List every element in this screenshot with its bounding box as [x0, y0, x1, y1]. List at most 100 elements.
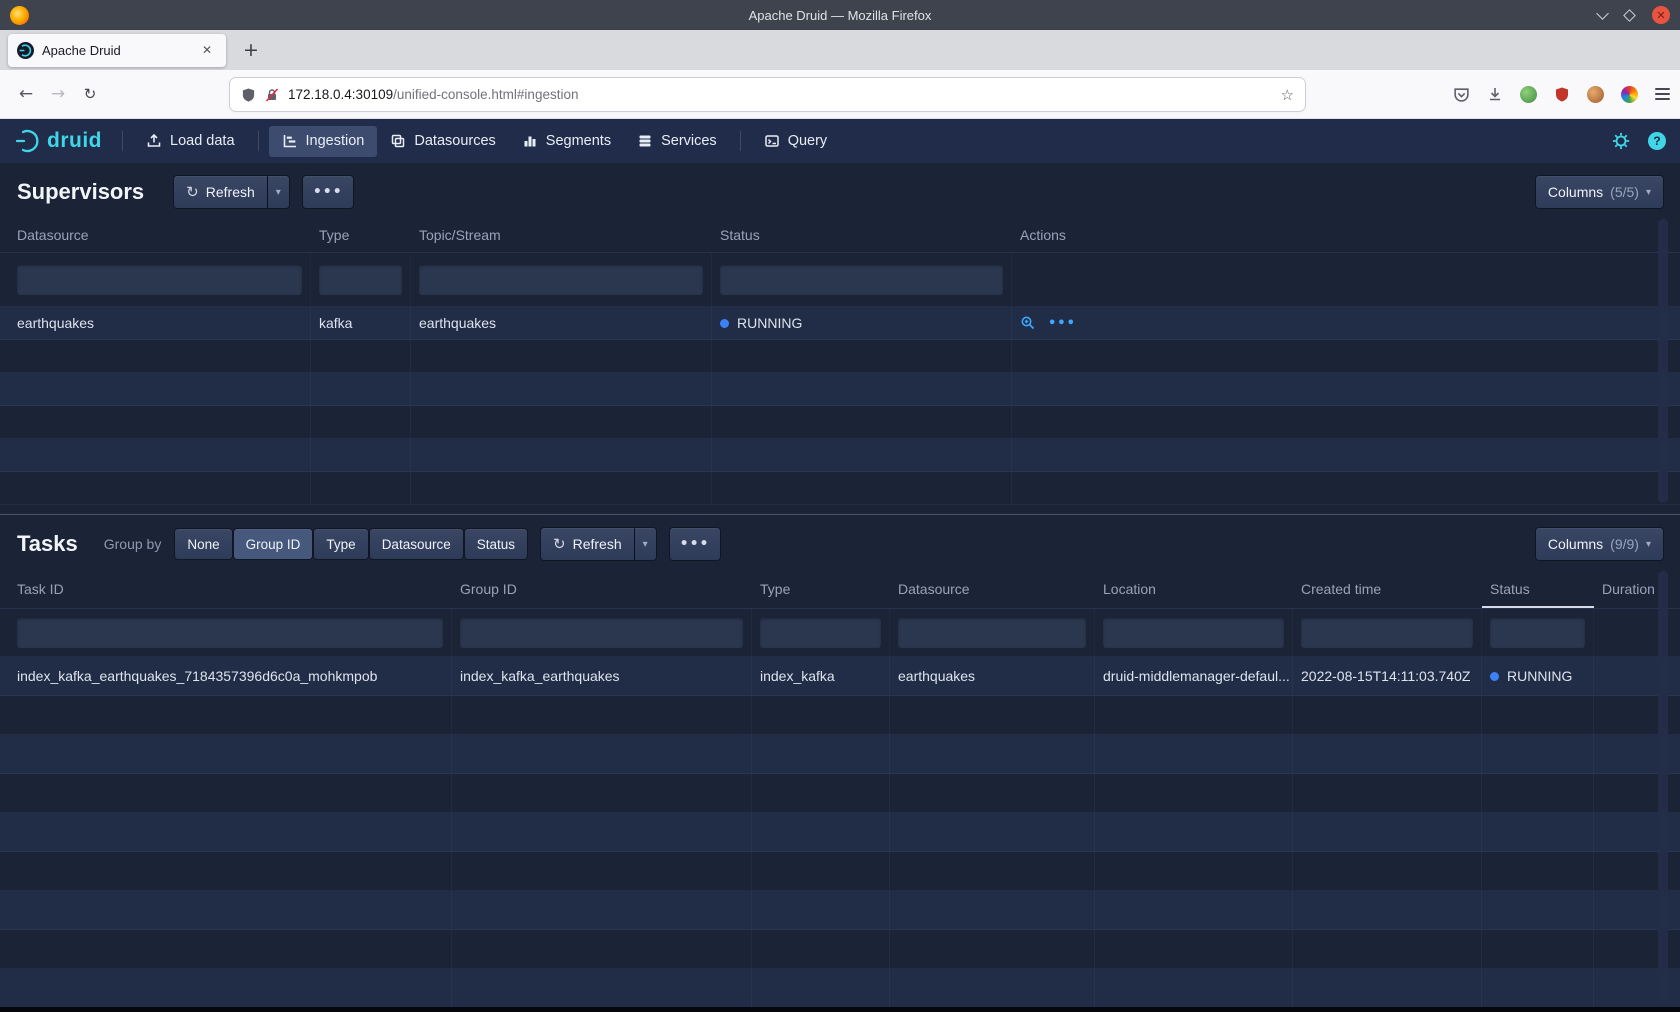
help-icon[interactable]: ? [1648, 132, 1666, 150]
chevron-down-icon: ▾ [1646, 187, 1651, 198]
window-close-button[interactable]: ✕ [1652, 6, 1670, 24]
tasks-filter-location[interactable] [1103, 618, 1284, 648]
tasks-filter-task-id[interactable] [17, 618, 443, 648]
empty-row [0, 696, 1680, 735]
browser-tab[interactable]: Apache Druid ✕ [8, 34, 226, 67]
supervisors-scrollbar[interactable] [1658, 219, 1668, 503]
supervisors-body: earthquakes kafka earthquakes RUNNING ••… [0, 307, 1680, 505]
window-maximize-icon[interactable] [1623, 9, 1636, 22]
supervisor-row[interactable]: earthquakes kafka earthquakes RUNNING ••… [0, 307, 1680, 340]
chevron-down-icon: ▾ [1646, 539, 1651, 550]
group-by-datasource-button[interactable]: Datasource [370, 529, 463, 559]
empty-row [0, 969, 1680, 1007]
column-header-created-time[interactable]: Created time [1293, 569, 1482, 608]
group-by-group-id-button[interactable]: Group ID [234, 529, 313, 559]
group-by-status-button[interactable]: Status [465, 529, 527, 559]
window-controls: ✕ [1598, 6, 1670, 24]
extension-avatar-icon[interactable] [1587, 86, 1604, 103]
tasks-filter-created-time[interactable] [1301, 618, 1473, 648]
nav-services[interactable]: Services [624, 126, 730, 157]
column-header-datasource[interactable]: Datasource [0, 217, 311, 252]
url-path: /unified-console.html#ingestion [393, 87, 578, 102]
nav-load-data[interactable]: Load data [133, 126, 248, 157]
empty-row [0, 774, 1680, 813]
row-more-icon[interactable]: ••• [1048, 316, 1076, 331]
extension-green-icon[interactable] [1520, 86, 1537, 103]
group-by-none-button[interactable]: None [175, 529, 231, 559]
forward-button[interactable]: → [42, 78, 74, 110]
new-tab-button[interactable]: + [236, 35, 266, 65]
header-separator [740, 131, 741, 151]
druid-header: druid Load data Ingestion Datasources Se… [0, 119, 1680, 163]
empty-row [0, 373, 1680, 406]
tasks-filter-status[interactable] [1490, 618, 1585, 648]
url-bar[interactable]: 172.18.0.4:30109/unified-console.html#in… [230, 78, 1305, 111]
supervisors-columns-button[interactable]: Columns (5/5) ▾ [1536, 176, 1663, 208]
refresh-icon: ↻ [553, 535, 566, 553]
window-bottom-edge [0, 1007, 1680, 1012]
downloads-icon[interactable] [1487, 86, 1503, 102]
supervisors-more-button[interactable]: ••• [303, 176, 353, 208]
druid-favicon [17, 42, 34, 59]
supervisors-header-row: Datasource Type Topic/Stream Status Acti… [0, 217, 1680, 253]
column-header-datasource[interactable]: Datasource [890, 569, 1095, 608]
gear-icon[interactable] [1612, 132, 1630, 150]
tasks-filter-datasource[interactable] [898, 618, 1086, 648]
column-header-topic-stream[interactable]: Topic/Stream [411, 217, 712, 252]
header-right-icons: ? [1612, 132, 1666, 150]
group-by-type-button[interactable]: Type [314, 529, 367, 559]
more-icon: ••• [313, 184, 343, 200]
supervisors-table: Datasource Type Topic/Stream Status Acti… [0, 217, 1680, 505]
ublock-shield-icon[interactable] [1554, 86, 1570, 103]
nav-datasources[interactable]: Datasources [377, 126, 508, 157]
supervisor-status-cell: RUNNING [712, 307, 1012, 339]
supervisors-refresh-button[interactable]: ↻ Refresh [174, 176, 267, 208]
group-by-label: Group by [104, 536, 162, 552]
tasks-refresh-caret-button[interactable]: ▾ [635, 528, 656, 560]
column-header-task-id[interactable]: Task ID [0, 569, 452, 608]
task-row[interactable]: index_kafka_earthquakes_7184357396d6c0a_… [0, 657, 1680, 696]
supervisors-refresh-caret-button[interactable]: ▾ [268, 176, 289, 208]
column-header-status-sorted[interactable]: Status [1482, 569, 1594, 608]
segments-icon [522, 133, 538, 149]
extension-pinwheel-icon[interactable] [1621, 86, 1638, 103]
supervisor-datasource: earthquakes [0, 307, 311, 339]
nav-query[interactable]: Query [751, 126, 841, 157]
window-title: Apache Druid — Mozilla Firefox [200, 8, 1480, 23]
empty-row [0, 439, 1680, 472]
column-header-location[interactable]: Location [1095, 569, 1293, 608]
tasks-filter-type[interactable] [760, 618, 881, 648]
menu-hamburger-icon[interactable] [1655, 88, 1670, 100]
supervisors-filter-topic-stream[interactable] [419, 265, 703, 295]
bookmark-star-icon[interactable]: ☆ [1281, 86, 1294, 104]
empty-row [0, 930, 1680, 969]
insecure-lock-icon[interactable] [265, 88, 279, 102]
tasks-refresh-button[interactable]: ↻ Refresh [541, 528, 634, 560]
tracking-protection-shield-icon[interactable] [241, 87, 256, 103]
empty-row [0, 891, 1680, 930]
tab-close-icon[interactable]: ✕ [197, 40, 217, 60]
nav-segments[interactable]: Segments [509, 126, 624, 157]
task-status-cell: RUNNING [1482, 657, 1594, 695]
tasks-columns-button[interactable]: Columns (9/9) ▾ [1536, 528, 1663, 560]
status-badge: RUNNING [737, 315, 802, 331]
tasks-scrollbar[interactable] [1658, 571, 1668, 1006]
column-header-type[interactable]: Type [752, 569, 890, 608]
pocket-icon[interactable] [1453, 86, 1470, 103]
column-header-status[interactable]: Status [712, 217, 1012, 252]
window-titlebar: Apache Druid — Mozilla Firefox ✕ [0, 0, 1680, 30]
supervisors-filter-status[interactable] [720, 265, 1003, 295]
nav-ingestion[interactable]: Ingestion [269, 126, 378, 157]
druid-logo[interactable]: druid [14, 128, 102, 154]
column-header-group-id[interactable]: Group ID [452, 569, 752, 608]
empty-row [0, 406, 1680, 439]
supervisors-filter-type[interactable] [319, 265, 402, 295]
tasks-filter-group-id[interactable] [460, 618, 743, 648]
back-button[interactable]: ← [10, 78, 42, 110]
magnify-details-icon[interactable] [1020, 315, 1036, 331]
window-minimize-icon[interactable] [1596, 7, 1609, 20]
reload-button[interactable]: ↻ [74, 78, 106, 110]
supervisors-filter-datasource[interactable] [17, 265, 302, 295]
column-header-type[interactable]: Type [311, 217, 411, 252]
tasks-more-button[interactable]: ••• [670, 528, 720, 560]
